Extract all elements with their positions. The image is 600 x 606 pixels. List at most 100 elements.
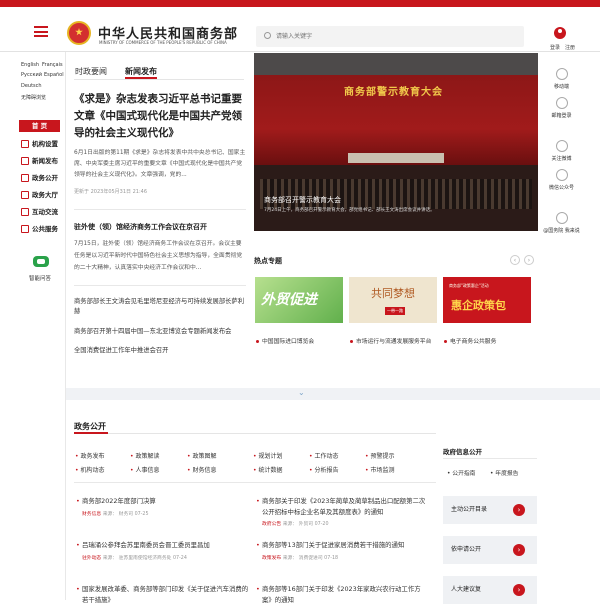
lang-russian[interactable]: Русский (21, 72, 42, 78)
active-disclosure-button[interactable]: 主动公开目录 › (443, 496, 537, 524)
hero-carousel[interactable]: 商务部警示教育大会 商务部召开警示教育大会 7月24日上午，商务部召开警示教育大… (254, 53, 538, 231)
news-icon (21, 157, 29, 165)
collapse-bar[interactable]: ⌄ (66, 388, 600, 400)
hot-link[interactable]: 中国国际进口博览会 (256, 336, 314, 345)
article-link[interactable]: 商务部2022年度部门决算 (76, 496, 250, 507)
gov-link[interactable]: 预警提示 (365, 451, 394, 460)
hero-caption[interactable]: 商务部召开警示教育大会 (264, 195, 341, 205)
gov-link[interactable]: 政策图解 (187, 451, 216, 460)
register-link[interactable]: 注册 (565, 44, 575, 51)
site-subtitle: MINISTRY OF COMMERCE OF THE PEOPLE'S REP… (99, 40, 227, 45)
article-link[interactable]: 商务部等13部门关于促进家居消费若干措施的通知 (256, 540, 430, 551)
request-disclosure-button[interactable]: 依申请公开 › (443, 536, 537, 564)
gov-link[interactable]: 统计数据 (253, 465, 282, 474)
article-link[interactable]: 吕瑞涌公参拜会苏里南委员会晋工委员里昌加 (76, 540, 250, 551)
nav-label: 新闻发布 (32, 157, 58, 165)
building-icon (21, 140, 29, 148)
state-council-icon (555, 212, 568, 224)
menu-icon[interactable] (34, 26, 48, 37)
hot-link[interactable]: 市场运行与流通发展服务平台 (350, 336, 431, 345)
hero-banner-text: 商务部警示教育大会 (344, 87, 443, 98)
hall-icon (21, 191, 29, 199)
lang-french[interactable]: Français (42, 62, 63, 68)
assistant-icon[interactable] (33, 256, 49, 267)
second-news-title[interactable]: 驻外使（领）馆经济商务工作会议在京召开 (74, 222, 246, 232)
nav-label: 互动交流 (32, 208, 58, 216)
national-emblem-logo[interactable] (67, 21, 91, 45)
nav-public-service[interactable]: 公共服务 (18, 221, 64, 237)
hall-ceiling (254, 53, 538, 75)
gov-link[interactable]: 人事信息 (130, 465, 159, 474)
hot-link[interactable]: 电子商务公共服务 (444, 336, 496, 345)
nav-service-hall[interactable]: 政务大厅 (18, 187, 64, 203)
promo-trade-promotion[interactable]: 外贸促进 (255, 277, 343, 323)
wechat-icon (555, 169, 568, 181)
news-list-item[interactable]: 商务部召开第十四届中国—东北亚博览会专题新闻发布会 (74, 327, 246, 337)
nav-organization[interactable]: 机构设置 (18, 136, 64, 152)
gov-link[interactable]: 政务发布 (75, 451, 104, 460)
next-arrow-icon[interactable]: › (524, 255, 534, 265)
email-link[interactable]: 邮箱登录 (538, 97, 585, 119)
lang-spanish[interactable]: Español (44, 72, 64, 78)
carousel-dots[interactable] (476, 222, 512, 226)
gov-affairs-title: 政务公开 (74, 422, 106, 431)
assistant-label[interactable]: 智能问答 (29, 274, 51, 282)
news-list-item[interactable]: 全国消费促进工作年中推进会召开 (74, 346, 246, 356)
news-list-item[interactable]: 商务部部长王文涛会见毛里塔尼亚经济与可持续发展部长萨利赫 (74, 297, 246, 317)
search-input[interactable] (276, 26, 516, 47)
nav-label: 机构设置 (32, 140, 58, 148)
article-link[interactable]: 商务部关于印发《2023年蔺草及蔺草制品出口配额第二次公开招标中标企业名单及其额… (256, 496, 430, 518)
headline-summary: 6月1日出版的第11期《求是》杂志将发表中共中央总书记、国家主席、中央军委主席习… (74, 150, 246, 178)
disclosure-guide-link[interactable]: • 公开指南 (447, 468, 475, 477)
mobile-icon (555, 68, 568, 80)
lang-english[interactable]: English (21, 62, 39, 68)
divider (74, 285, 246, 286)
service-icon (21, 225, 29, 233)
divider (74, 209, 246, 210)
chat-icon (21, 208, 29, 216)
promo-label: 惠企政策包 (451, 299, 506, 312)
divider (443, 458, 537, 459)
presidium-table (348, 153, 444, 163)
login-link[interactable]: 登录 (550, 44, 560, 51)
gov-link[interactable]: 政策解读 (130, 451, 159, 460)
top-red-bar (0, 0, 600, 7)
promo-badge: 一带一路 (385, 307, 405, 315)
gov-link[interactable]: 工作动态 (309, 451, 338, 460)
weibo-link[interactable]: 关注微博 (538, 140, 585, 162)
accessibility-link[interactable]: 无障碍浏览 (21, 94, 46, 101)
article-link[interactable]: 商务部等16部门关于印发《2023年家政兴农行动工作方案》的通知 (256, 584, 430, 606)
nav-interaction[interactable]: 互动交流 (18, 204, 64, 220)
wechat-link[interactable]: 微信公众号 (538, 169, 585, 191)
nav-news[interactable]: 新闻发布 (18, 153, 64, 169)
annual-report-link[interactable]: • 年度报告 (490, 468, 518, 477)
state-council-link[interactable]: @国务院 我来说 (538, 212, 585, 234)
search-box[interactable] (256, 26, 524, 47)
prev-arrow-icon[interactable]: ‹ (510, 255, 520, 265)
chevron-down-icon[interactable]: ⌄ (298, 388, 305, 397)
promo-policy-package[interactable]: 商务部"政策惠企"活动 惠企政策包 (443, 277, 531, 323)
article-link[interactable]: 国家发展改革委、商务部等部门印发《关于促进汽车消费的若干措施》 (76, 584, 250, 606)
user-icon[interactable] (554, 27, 566, 39)
section-underline (74, 432, 108, 434)
gov-link[interactable]: 财务信息 (187, 465, 216, 474)
gov-link[interactable]: 分析报告 (309, 465, 338, 474)
info-disclosure-title: 政府信息公开 (443, 448, 482, 456)
tab-political-news[interactable]: 时政要闻 (75, 66, 107, 77)
lang-german[interactable]: Deutsch (21, 83, 42, 89)
divider (74, 482, 436, 483)
tab-press-release[interactable]: 新闻发布 (125, 66, 157, 77)
arrow-right-icon: › (513, 504, 525, 516)
gov-link[interactable]: 市场监测 (365, 465, 394, 474)
nav-gov-affairs[interactable]: 政务公开 (18, 170, 64, 186)
search-icon[interactable] (264, 32, 271, 39)
promo-label: 外贸促进 (261, 292, 317, 308)
gov-link[interactable]: 机构动态 (75, 465, 104, 474)
mobile-link[interactable]: 移动端 (538, 68, 585, 90)
gov-link[interactable]: 规划计划 (253, 451, 282, 460)
headline-link[interactable]: 《求是》杂志发表习近平总书记重要文章《中国式现代化是中国共产党领导的社会主义现代… (74, 91, 246, 142)
promo-belt-road[interactable]: 共同梦想 一带一路 (349, 277, 437, 323)
article-meta: 财务信息 来源： 财务司 07-25 (82, 512, 149, 517)
nav-home[interactable]: 首 页 (19, 120, 60, 132)
arrow-right-icon: › (513, 584, 525, 596)
